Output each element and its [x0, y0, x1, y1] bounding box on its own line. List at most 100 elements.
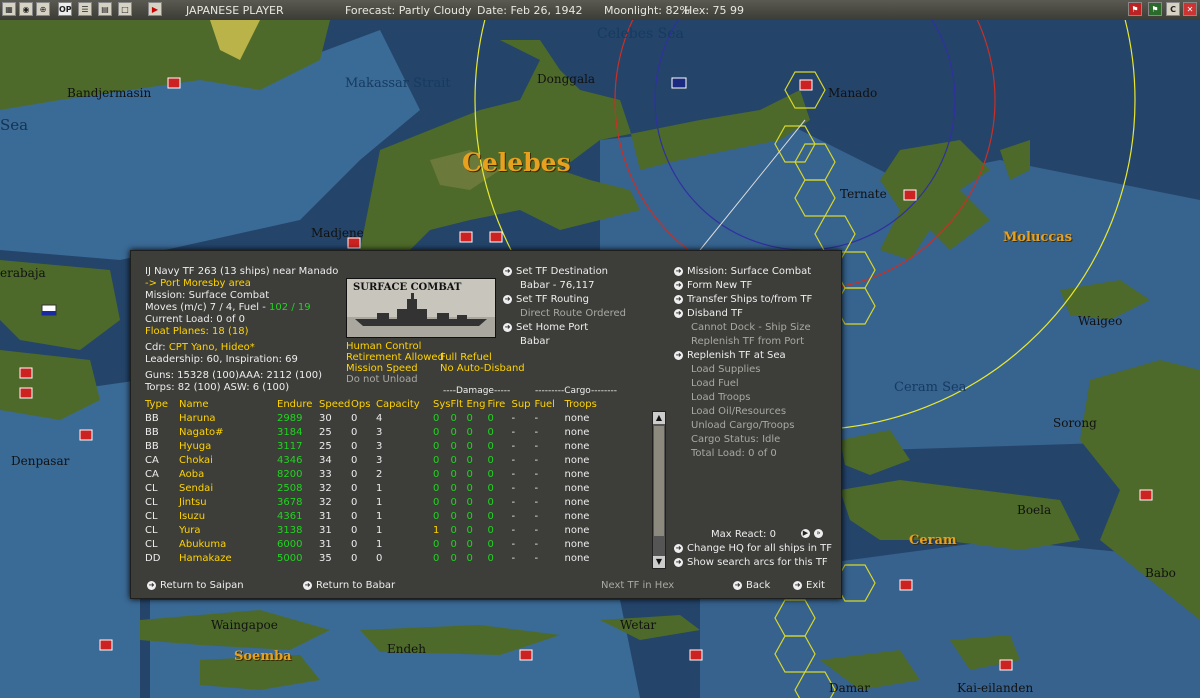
op-icon[interactable]: OP: [58, 2, 72, 16]
table-row[interactable]: CL Yura 3138 31 0 1 1 0 0 0- - none: [145, 523, 604, 537]
column-header-type[interactable]: Type: [145, 397, 179, 411]
column-header-name[interactable]: Name: [179, 397, 277, 411]
set-routing-button[interactable]: ➜ Set TF Routing: [503, 293, 589, 306]
cell-troops: none: [564, 538, 590, 550]
column-header-sys[interactable]: Sys: [433, 397, 450, 411]
tf-action-13[interactable]: Total Load: 0 of 0: [691, 447, 777, 460]
cell-name[interactable]: Nagato#: [179, 425, 277, 439]
table-row[interactable]: CL Abukuma 6000 31 0 1 0 0 0 0- - none: [145, 537, 604, 551]
column-header-ops[interactable]: Ops: [351, 397, 376, 411]
map-label-waigeo: Waigeo: [1078, 314, 1123, 328]
tf-action-1[interactable]: ➜ Form New TF: [674, 279, 752, 292]
back-button[interactable]: ➜ Back: [733, 579, 770, 592]
map-icon[interactable]: ▦: [2, 2, 16, 16]
tf-action-3[interactable]: ➜ Disband TF: [674, 307, 743, 320]
cell-type: CA: [145, 468, 159, 480]
cell-name[interactable]: Abukuma: [179, 537, 277, 551]
cell-sup: -: [511, 552, 516, 564]
tf-action-12[interactable]: Cargo Status: Idle: [691, 433, 780, 446]
flag-icon-2[interactable]: ⚑: [1148, 2, 1162, 16]
arrow-right-double-icon[interactable]: »: [814, 528, 823, 538]
table-row[interactable]: CL Isuzu 4361 31 0 1 0 0 0 0- - none: [145, 509, 604, 523]
flag-icon[interactable]: ⚑: [1128, 2, 1142, 16]
cell-sup: -: [511, 482, 516, 494]
scroll-down-icon[interactable]: ▼: [653, 556, 665, 568]
tf-action-5[interactable]: Replenish TF from Port: [691, 335, 804, 348]
cell-name[interactable]: Isuzu: [179, 509, 277, 523]
table-row[interactable]: CA Chokai 4346 34 0 3 0 0 0 0- - none: [145, 453, 604, 467]
order-do-not-unload[interactable]: Do not Unload: [346, 373, 418, 386]
arrow-right-icon[interactable]: ▶: [801, 528, 810, 538]
play-icon[interactable]: ▶: [148, 2, 162, 16]
table-row[interactable]: CA Aoba 8200 33 0 2 0 0 0 0- - none: [145, 467, 604, 481]
return-saipan-label: Return to Saipan: [160, 580, 244, 591]
table-row[interactable]: BB Haruna 2989 30 0 4 0 0 0 0- - none: [145, 411, 604, 425]
return-saipan-button[interactable]: ➜ Return to Saipan: [147, 579, 244, 592]
cell-sys: 0: [433, 440, 440, 452]
table-row[interactable]: CL Jintsu 3678 32 0 1 0 0 0 0- - none: [145, 495, 604, 509]
cell-name[interactable]: Yura: [179, 523, 277, 537]
table-row[interactable]: BB Nagato# 3184 25 0 3 0 0 0 0- - none: [145, 425, 604, 439]
cell-name[interactable]: Sendai: [179, 481, 277, 495]
column-header-sup[interactable]: Sup: [511, 397, 534, 411]
tf-action-9[interactable]: Load Troops: [691, 391, 751, 404]
column-header-fire[interactable]: Fire: [487, 397, 511, 411]
cell-fuel: -: [534, 552, 539, 564]
cell-name[interactable]: Chokai: [179, 453, 277, 467]
show-search-arcs-label: Show search arcs for this TF: [687, 557, 828, 568]
column-header-endure[interactable]: Endure: [277, 397, 319, 411]
map-label-ceram-sea: Ceram Sea: [894, 380, 967, 395]
tf-action-11[interactable]: Unload Cargo/Troops: [691, 419, 794, 432]
tf-action-6[interactable]: ➜ Replenish TF at Sea: [674, 349, 786, 362]
ships-scrollbar[interactable]: ▲ ▼: [652, 411, 666, 569]
list-icon-2[interactable]: ▤: [98, 2, 112, 16]
tf-action-0[interactable]: ➜ Mission: Surface Combat: [674, 265, 811, 278]
list-icon[interactable]: ☰: [78, 2, 92, 16]
exit-button[interactable]: ➜ Exit: [793, 579, 825, 592]
table-row[interactable]: DD Hamakaze 5000 35 0 0 0 0 0 0- - none: [145, 551, 604, 565]
column-header-troops[interactable]: Troops: [564, 397, 604, 411]
tf-action-label: Unload Cargo/Troops: [691, 420, 795, 431]
tf-action-10[interactable]: Load Oil/Resources: [691, 405, 786, 418]
scroll-up-icon[interactable]: ▲: [653, 412, 665, 424]
scroll-thumb[interactable]: [654, 426, 664, 536]
cell-type: CL: [145, 482, 158, 494]
next-tf-button[interactable]: Next TF in Hex: [601, 579, 674, 592]
table-row[interactable]: CL Sendai 2508 32 0 1 0 0 0 0- - none: [145, 481, 604, 495]
table-row[interactable]: BB Hyuga 3117 25 0 3 0 0 0 0- - none: [145, 439, 604, 453]
set-destination-button[interactable]: ➜ Set TF Destination: [503, 265, 608, 278]
globe-icon[interactable]: ◉: [19, 2, 33, 16]
column-header-capacity[interactable]: Capacity: [376, 397, 433, 411]
close-icon[interactable]: ✕: [1183, 2, 1197, 16]
c-icon[interactable]: C: [1166, 2, 1180, 16]
column-header-fuel[interactable]: Fuel: [534, 397, 564, 411]
arrow-icon: ➜: [674, 280, 683, 290]
cell-name[interactable]: Hamakaze: [179, 551, 277, 565]
column-header-flt[interactable]: Flt: [450, 397, 466, 411]
column-header-eng[interactable]: Eng: [466, 397, 487, 411]
max-react-stepper[interactable]: ▶»: [801, 527, 827, 540]
tf-action-7[interactable]: Load Supplies: [691, 363, 760, 376]
cell-name[interactable]: Aoba: [179, 467, 277, 481]
set-home-port-button[interactable]: ➜ Set Home Port: [503, 321, 588, 334]
cell-flt: 0: [450, 454, 457, 466]
tf-action-label: Total Load: 0 of 0: [691, 448, 777, 459]
cell-fire: 0: [487, 496, 494, 508]
cell-sup: -: [511, 510, 516, 522]
show-search-arcs-button[interactable]: ➜ Show search arcs for this TF: [674, 556, 828, 569]
column-header-speed[interactable]: Speed: [319, 397, 351, 411]
order-no-auto-disband[interactable]: No Auto-Disband: [440, 362, 525, 375]
tf-action-2[interactable]: ➜ Transfer Ships to/from TF: [674, 293, 812, 306]
cell-type: CL: [145, 510, 158, 522]
cell-name[interactable]: Hyuga: [179, 439, 277, 453]
return-babar-button[interactable]: ➜ Return to Babar: [303, 579, 395, 592]
tf-action-8[interactable]: Load Fuel: [691, 377, 739, 390]
cell-name[interactable]: Jintsu: [179, 495, 277, 509]
cell-name[interactable]: Haruna: [179, 411, 277, 425]
tf-action-4[interactable]: Cannot Dock - Ship Size: [691, 321, 811, 334]
window-icon[interactable]: □: [118, 2, 132, 16]
cdr-name[interactable]: CPT Yano, Hideo*: [169, 342, 255, 353]
cell-sys: 0: [433, 412, 440, 424]
target-icon[interactable]: ⊕: [36, 2, 50, 16]
change-hq-button[interactable]: ➜ Change HQ for all ships in TF: [674, 542, 832, 555]
